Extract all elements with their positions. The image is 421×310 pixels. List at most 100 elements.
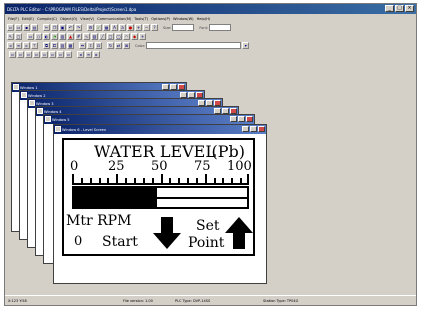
start-button[interactable]: Start <box>102 234 138 250</box>
zoom-out-icon[interactable]: − <box>143 24 150 31</box>
minimize-button[interactable]: _ <box>385 5 394 12</box>
trend-icon[interactable]: ∿ <box>83 33 90 40</box>
meter-icon[interactable]: ◔ <box>51 33 58 40</box>
page-next-icon[interactable]: ▸ <box>93 51 100 58</box>
text-icon[interactable]: A <box>111 24 118 31</box>
lock-icon[interactable]: ⊠ <box>123 42 130 49</box>
menu-communication[interactable]: Communication(M) <box>97 17 131 21</box>
help-icon[interactable]: ? <box>151 24 158 31</box>
rectangle-icon[interactable]: □ <box>107 33 114 40</box>
circle-icon[interactable]: ◯ <box>115 33 122 40</box>
tick-label: 75 <box>194 159 211 174</box>
page-prev-icon[interactable]: ◂ <box>77 51 84 58</box>
maximize-button[interactable]: □ <box>395 5 404 12</box>
check-icon[interactable]: ✓ <box>95 24 102 31</box>
button-icon[interactable]: ▭ <box>27 33 34 40</box>
cut-icon[interactable]: ✂ <box>43 24 50 31</box>
color-field[interactable] <box>146 42 242 49</box>
down-arrow-icon[interactable] <box>152 215 182 251</box>
switch-icon[interactable]: ◐ <box>43 33 50 40</box>
page-list-icon[interactable]: ≡ <box>85 51 92 58</box>
window-controls: _ □ × <box>385 5 414 12</box>
lamp-icon[interactable]: ○ <box>35 33 42 40</box>
dropdown-icon[interactable]: ▾ <box>242 42 250 49</box>
bar-graph-icon[interactable]: ▥ <box>59 33 66 40</box>
layout-1-icon[interactable]: ▫ <box>9 51 16 58</box>
alarm-icon[interactable]: ▲ <box>67 33 74 40</box>
same-size-icon[interactable]: ⊡ <box>95 42 102 49</box>
paste-icon[interactable]: ▣ <box>59 24 66 31</box>
scale-tick <box>133 178 136 183</box>
line-icon[interactable]: ╱ <box>99 33 106 40</box>
numeric-icon[interactable]: # <box>75 33 82 40</box>
menu-options[interactable]: Options(P) <box>151 17 170 21</box>
align-center-icon[interactable]: ≡ <box>15 42 22 49</box>
child-window-title: Window 6 - Level Screen <box>62 127 107 132</box>
toolbar-standard: ▫ ▭ ▪ ▤ ✂ ❐ ▣ ↶ ↷ ⚙ ✓ ▦ A a ● + − ? Size… <box>7 23 232 32</box>
menu-view[interactable]: View(V) <box>80 17 94 21</box>
close-icon[interactable] <box>258 126 265 132</box>
menu-help[interactable]: Help(H) <box>197 17 211 21</box>
menu-compile[interactable]: Compile(C) <box>37 17 57 21</box>
font-label: Font: <box>199 25 209 30</box>
scale-tick <box>107 178 110 183</box>
save-icon[interactable]: ▪ <box>23 24 30 31</box>
scale-tick <box>187 178 190 183</box>
print-icon[interactable]: ▤ <box>31 24 38 31</box>
grid-icon[interactable]: ▦ <box>103 24 110 31</box>
zoom-in-icon[interactable]: + <box>135 24 142 31</box>
font-field[interactable] <box>209 24 232 31</box>
menu-object[interactable]: Object(O) <box>60 17 77 21</box>
scale-tick <box>98 178 101 183</box>
close-button[interactable]: × <box>405 5 414 12</box>
align-left-icon[interactable]: ⫷ <box>7 42 14 49</box>
settings-icon[interactable]: ⚙ <box>87 24 94 31</box>
layout-6-icon[interactable]: ▫ <box>49 51 56 58</box>
ungroup-icon[interactable]: ▩ <box>67 42 74 49</box>
layout-4-icon[interactable]: ▫ <box>33 51 40 58</box>
layout-7-icon[interactable]: ▫ <box>57 51 64 58</box>
size-field[interactable] <box>172 24 195 31</box>
align-top-icon[interactable]: ⊤ <box>31 42 38 49</box>
level-bar <box>72 186 249 209</box>
layout-3-icon[interactable]: ▫ <box>25 51 32 58</box>
set-point-label: Set Point <box>188 218 224 252</box>
select-icon[interactable]: ▢ <box>15 33 22 40</box>
distribute-h-icon[interactable]: ⇹ <box>79 42 86 49</box>
child-window-active[interactable]: Window 6 - Level Screen WATER LEVEL (Pb)… <box>53 124 267 284</box>
up-arrow-icon[interactable] <box>224 215 254 251</box>
send-back-icon[interactable]: ⧠ <box>51 42 58 49</box>
redo-icon[interactable]: ↷ <box>75 24 82 31</box>
menu-bar: File(F) Edit(E) Compile(C) Object(O) Vie… <box>5 15 416 22</box>
font-icon[interactable]: a <box>119 24 126 31</box>
flip-icon[interactable]: ⇄ <box>115 42 122 49</box>
level-bar-divider <box>74 197 247 199</box>
distribute-v-icon[interactable]: ⇳ <box>87 42 94 49</box>
menu-tools[interactable]: Tools(T) <box>134 17 148 21</box>
scale-tick <box>247 174 249 183</box>
fill-icon[interactable]: ◆ <box>131 33 138 40</box>
copy-icon[interactable]: ❐ <box>51 24 58 31</box>
menu-window[interactable]: Window(W) <box>173 17 194 21</box>
title-bar[interactable]: DELTA PLC Editor - C:\PROGRAM FILES\Delt… <box>5 4 416 14</box>
align-right-icon[interactable]: ⫸ <box>23 42 30 49</box>
close-icon[interactable] <box>246 116 253 122</box>
layout-2-icon[interactable]: ▫ <box>17 51 24 58</box>
new-file-icon[interactable]: ▫ <box>7 24 14 31</box>
pointer-icon[interactable]: ↖ <box>7 33 14 40</box>
scale-tick <box>89 178 92 183</box>
group-icon[interactable]: ▨ <box>59 42 66 49</box>
open-folder-icon[interactable]: ▭ <box>15 24 22 31</box>
undo-icon[interactable]: ↶ <box>67 24 74 31</box>
add-icon[interactable]: + <box>139 33 146 40</box>
stop-icon[interactable]: ● <box>127 24 134 31</box>
menu-file[interactable]: File(F) <box>8 17 19 21</box>
image-icon[interactable]: ▧ <box>91 33 98 40</box>
layout-5-icon[interactable]: ▫ <box>41 51 48 58</box>
rotate-icon[interactable]: ↻ <box>107 42 114 49</box>
menu-edit[interactable]: Edit(E) <box>22 17 34 21</box>
size-label: Size: <box>163 25 172 30</box>
layout-8-icon[interactable]: ▫ <box>65 51 72 58</box>
arc-icon[interactable]: ◠ <box>123 33 130 40</box>
bring-front-icon[interactable]: ⧉ <box>43 42 50 49</box>
